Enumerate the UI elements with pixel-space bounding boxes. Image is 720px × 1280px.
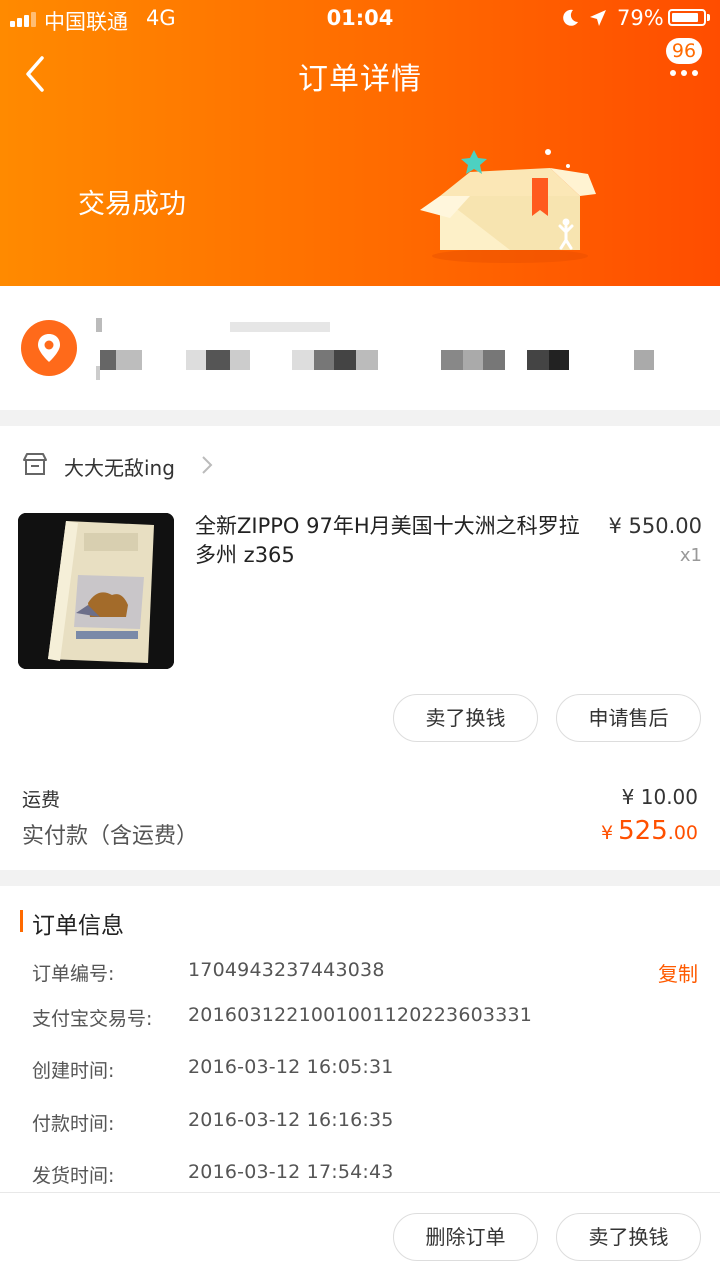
- message-count-badge[interactable]: 96: [666, 38, 702, 64]
- info-value: 2016-03-12 17:54:43: [188, 1161, 394, 1183]
- order-header: 中国联通 4G 01:04 79% 订单详情 96 交易成功: [0, 0, 720, 286]
- paid-integer: 525: [618, 816, 668, 846]
- info-label: 发货时间:: [32, 1165, 115, 1187]
- info-value: 2016-03-12 16:16:35: [188, 1109, 394, 1131]
- alipay-number-row: 支付宝交易号: 2016031221001001120223603331: [32, 1004, 702, 1034]
- info-label: 支付宝交易号:: [32, 1008, 153, 1030]
- item-quantity: x1: [679, 545, 702, 566]
- moon-icon: [563, 9, 578, 26]
- status-bar: 中国联通 4G 01:04 79%: [0, 0, 720, 36]
- battery-icon: [668, 9, 706, 26]
- paid-decimal: .00: [667, 822, 698, 844]
- shop-name: 大大无敌ing: [64, 456, 175, 480]
- trade-status-text: 交易成功: [78, 189, 186, 220]
- paid-time-row: 付款时间: 2016-03-12 16:16:35: [32, 1109, 702, 1139]
- more-dots-icon[interactable]: [670, 70, 700, 78]
- paid-label: 实付款（含运费）: [22, 824, 199, 849]
- section-accent-bar: [20, 910, 23, 932]
- after-sale-button[interactable]: 申请售后: [556, 694, 701, 742]
- info-label: 付款时间:: [32, 1113, 115, 1135]
- info-value: 1704943237443038: [188, 959, 385, 981]
- sell-button[interactable]: 卖了换钱: [556, 1213, 701, 1261]
- shipping-value: ¥ 10.00: [621, 785, 698, 809]
- item-price: ¥ 550.00: [608, 514, 702, 538]
- delete-order-button[interactable]: 删除订单: [393, 1213, 538, 1261]
- info-value: 2016031221001001120223603331: [188, 1004, 533, 1026]
- sell-item-button[interactable]: 卖了换钱: [393, 694, 538, 742]
- location-arrow-icon: [590, 10, 606, 26]
- info-label: 创建时间:: [32, 1060, 115, 1082]
- item-thumbnail[interactable]: [18, 513, 174, 669]
- battery-percent: 79%: [617, 6, 664, 30]
- info-value: 2016-03-12 16:05:31: [188, 1056, 394, 1078]
- page-title: 订单详情: [298, 62, 422, 97]
- copy-button[interactable]: 复制: [658, 958, 698, 987]
- chevron-right-icon: [202, 456, 213, 474]
- paid-currency: ¥: [600, 822, 614, 844]
- paid-amount: ¥ 525.00: [601, 816, 698, 846]
- battery-tip: [707, 14, 710, 21]
- order-number-row: 订单编号: 1704943237443038: [32, 959, 702, 989]
- address-card[interactable]: [0, 286, 720, 410]
- created-time-row: 创建时间: 2016-03-12 16:05:31: [32, 1056, 702, 1086]
- shipped-time-row: 发货时间: 2016-03-12 17:54:43: [32, 1161, 702, 1191]
- shipping-label: 运费: [22, 789, 61, 811]
- order-info-title: 订单信息: [32, 913, 124, 939]
- clock: 01:04: [326, 6, 394, 30]
- gift-box-illustration: [420, 149, 596, 263]
- info-label: 订单编号:: [32, 963, 115, 985]
- item-title[interactable]: 全新ZIPPO 97年H月美国十大洲之科罗拉多州 z365: [195, 512, 593, 570]
- location-pin-icon: [21, 320, 77, 376]
- store-icon: [23, 453, 47, 475]
